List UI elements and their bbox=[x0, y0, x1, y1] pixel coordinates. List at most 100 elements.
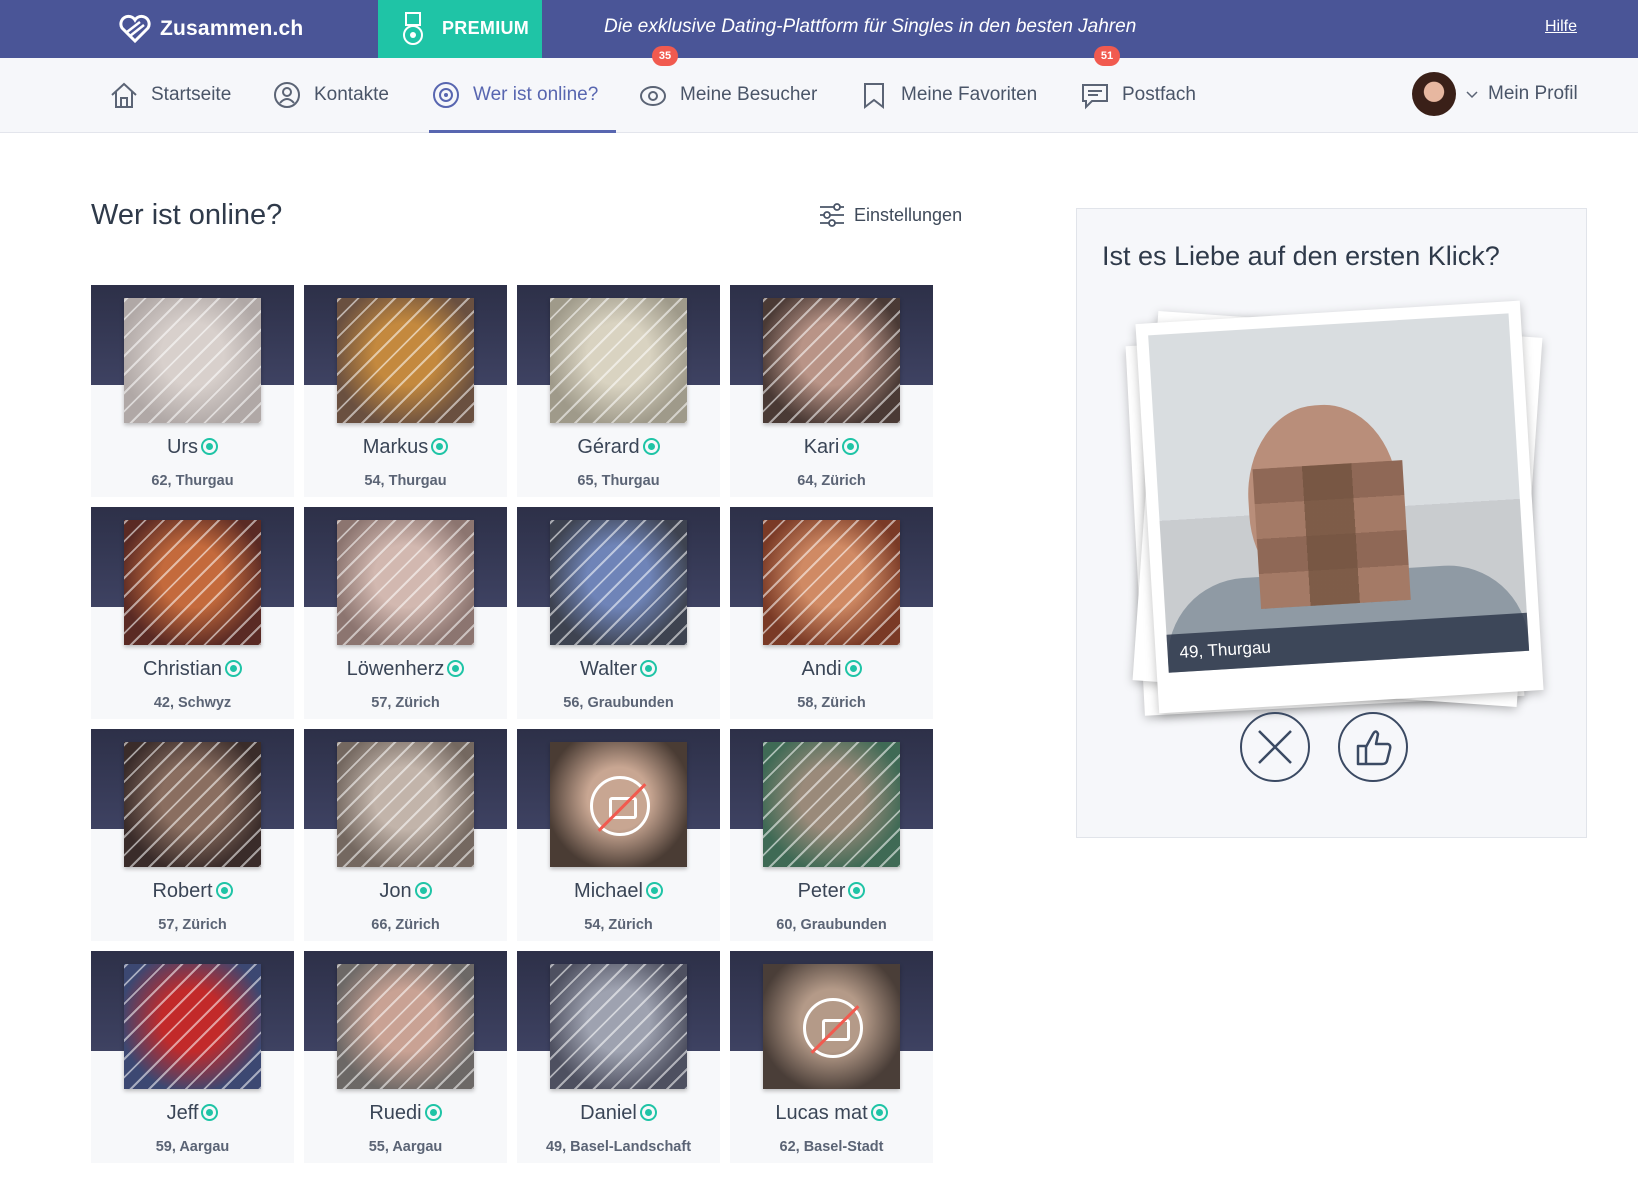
online-status-icon bbox=[844, 660, 862, 677]
nav-kontakte[interactable]: Kontakte bbox=[272, 58, 389, 132]
blur-overlay bbox=[124, 742, 261, 867]
member-card[interactable]: Jeff 59, Aargau bbox=[91, 951, 294, 1163]
settings-label: Einstellungen bbox=[854, 204, 963, 225]
online-status-icon bbox=[639, 1104, 657, 1121]
blur-overlay bbox=[337, 298, 474, 423]
member-card[interactable]: Kari 64, Zürich bbox=[730, 285, 933, 497]
member-name[interactable]: Lucas mat bbox=[730, 1102, 933, 1125]
online-status-icon bbox=[201, 1104, 219, 1121]
online-status-icon bbox=[842, 438, 860, 455]
nav-meine-favoriten[interactable]: Meine Favoriten bbox=[859, 58, 1037, 132]
no-photo-camera-icon bbox=[590, 776, 650, 836]
member-name-text: Gérard bbox=[577, 436, 640, 458]
help-link[interactable]: Hilfe bbox=[1545, 18, 1577, 36]
member-photo[interactable] bbox=[337, 964, 474, 1089]
settings-button[interactable]: Einstellungen bbox=[818, 202, 962, 228]
member-card[interactable]: Markus 54, Thurgau bbox=[304, 285, 507, 497]
bookmark-icon bbox=[864, 83, 884, 110]
member-name-text: Kari bbox=[803, 436, 840, 458]
thumbs-up-icon bbox=[1356, 730, 1392, 766]
nav-startseite[interactable]: Startseite bbox=[109, 58, 231, 132]
member-photo[interactable] bbox=[763, 964, 900, 1089]
logo-text: Zusammen.ch bbox=[160, 17, 304, 40]
member-card[interactable]: Gérard 65, Thurgau bbox=[517, 285, 720, 497]
premium-button[interactable]: PREMIUM bbox=[378, 0, 542, 58]
member-name[interactable]: Markus bbox=[304, 436, 507, 459]
member-card[interactable]: Andi 58, Zürich bbox=[730, 507, 933, 719]
member-photo[interactable] bbox=[550, 742, 687, 867]
member-name[interactable]: Andi bbox=[730, 658, 933, 681]
member-name[interactable]: Robert bbox=[91, 880, 294, 903]
online-status-icon bbox=[224, 660, 242, 677]
member-photo[interactable] bbox=[550, 298, 687, 423]
member-photo[interactable] bbox=[763, 520, 900, 645]
member-name-text: Peter bbox=[797, 880, 846, 902]
member-name[interactable]: Christian bbox=[91, 658, 294, 681]
member-card[interactable]: Peter 60, Graubunden bbox=[730, 729, 933, 941]
logo[interactable]: Zusammen.ch bbox=[118, 12, 303, 46]
match-card[interactable]: 49, Thurgau bbox=[1135, 300, 1544, 714]
profile-menu[interactable]: Mein Profil bbox=[1412, 72, 1578, 116]
like-button[interactable] bbox=[1338, 712, 1408, 782]
online-status-icon bbox=[640, 660, 658, 677]
member-name[interactable]: Urs bbox=[91, 436, 294, 459]
member-card[interactable]: Ruedi 55, Aargau bbox=[304, 951, 507, 1163]
member-card[interactable]: Christian 42, Schwyz bbox=[91, 507, 294, 719]
member-name[interactable]: Löwenherz bbox=[304, 658, 507, 681]
nav-wer-ist-online[interactable]: Wer ist online? bbox=[428, 58, 617, 133]
member-card[interactable]: Urs 62, Thurgau bbox=[91, 285, 294, 497]
blur-overlay bbox=[337, 520, 474, 645]
member-photo[interactable] bbox=[124, 964, 261, 1089]
member-photo[interactable] bbox=[337, 298, 474, 423]
tagline: Die exklusive Dating-Plattform für Singl… bbox=[604, 16, 1137, 37]
blur-overlay bbox=[763, 742, 900, 867]
blur-overlay bbox=[550, 520, 687, 645]
member-name-text: Michael bbox=[574, 880, 643, 902]
member-name[interactable]: Walter bbox=[517, 658, 720, 681]
member-photo[interactable] bbox=[550, 520, 687, 645]
member-name[interactable]: Ruedi bbox=[304, 1102, 507, 1125]
member-card[interactable]: Michael 54, Zürich bbox=[517, 729, 720, 941]
member-name[interactable]: Jon bbox=[304, 880, 507, 903]
member-card[interactable]: Daniel 49, Basel-Landschaft bbox=[517, 951, 720, 1163]
member-card[interactable]: Walter 56, Graubunden bbox=[517, 507, 720, 719]
member-photo[interactable] bbox=[763, 742, 900, 867]
member-name[interactable]: Michael bbox=[517, 880, 720, 903]
profile-label: Mein Profil bbox=[1488, 83, 1578, 104]
online-status-icon bbox=[215, 882, 233, 899]
member-photo[interactable] bbox=[124, 742, 261, 867]
member-photo[interactable] bbox=[763, 298, 900, 423]
member-photo[interactable] bbox=[550, 964, 687, 1089]
member-card[interactable]: Jon 66, Zürich bbox=[304, 729, 507, 941]
avatar bbox=[1412, 72, 1456, 116]
member-card[interactable]: Lucas mat 62, Basel-Stadt bbox=[730, 951, 933, 1163]
top-bar: Zusammen.ch PREMIUM Die exklusive Dating… bbox=[0, 0, 1638, 58]
member-photo[interactable] bbox=[337, 742, 474, 867]
member-card[interactable]: Robert 57, Zürich bbox=[91, 729, 294, 941]
blur-overlay bbox=[124, 520, 261, 645]
member-age-location: 57, Zürich bbox=[158, 917, 227, 933]
member-photo[interactable] bbox=[124, 298, 261, 423]
member-name-text: Ruedi bbox=[369, 1102, 422, 1124]
dislike-button[interactable] bbox=[1240, 712, 1310, 782]
nav-postfach[interactable]: 51 Postfach bbox=[1080, 46, 1196, 132]
blur-overlay bbox=[763, 520, 900, 645]
nav-label: Startseite bbox=[151, 84, 232, 105]
main-nav: Startseite Kontakte Wer ist online? 35 M… bbox=[0, 46, 1638, 133]
page-title: Wer ist online? bbox=[91, 199, 283, 231]
member-name[interactable]: Peter bbox=[730, 880, 933, 903]
member-name[interactable]: Kari bbox=[730, 436, 933, 459]
online-status-icon bbox=[645, 882, 663, 899]
blur-overlay bbox=[763, 298, 900, 423]
online-status-icon bbox=[431, 438, 449, 455]
member-card[interactable]: Löwenherz 57, Zürich bbox=[304, 507, 507, 719]
member-age-location: 49, Basel-Landschaft bbox=[545, 1139, 692, 1155]
member-photo[interactable] bbox=[337, 520, 474, 645]
member-photo[interactable] bbox=[124, 520, 261, 645]
online-status-icon bbox=[642, 438, 660, 455]
member-name[interactable]: Jeff bbox=[91, 1102, 294, 1125]
member-name[interactable]: Daniel bbox=[517, 1102, 720, 1125]
member-age-location: 62, Basel-Stadt bbox=[779, 1139, 884, 1155]
nav-meine-besucher[interactable]: 35 Meine Besucher bbox=[638, 46, 817, 132]
member-name[interactable]: Gérard bbox=[517, 436, 720, 459]
